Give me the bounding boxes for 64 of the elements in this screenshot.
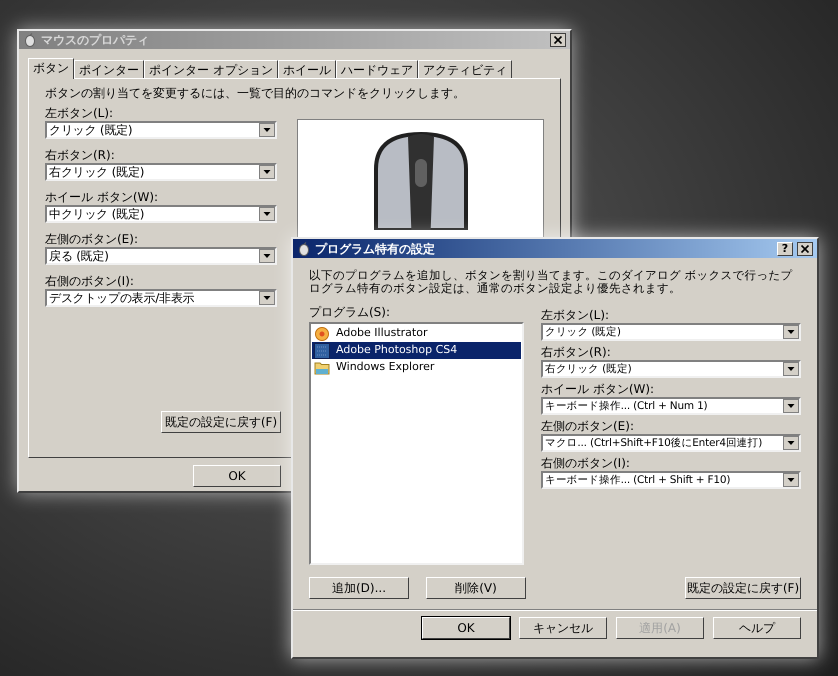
dropdown[interactable]: デスクトップの表示/非表示 xyxy=(45,289,278,307)
tab[interactable]: ホイール xyxy=(278,60,336,78)
dropdown-arrow-icon[interactable] xyxy=(259,207,276,221)
reset-button[interactable]: 既定の設定に戻す(F) xyxy=(161,411,281,433)
tab[interactable]: ボタン xyxy=(28,58,74,79)
program-item[interactable]: Adobe Photoshop CS4 xyxy=(312,342,521,359)
program-item[interactable]: Windows Explorer xyxy=(312,359,521,376)
field-label: 左ボタン(L): xyxy=(541,307,610,323)
program-name: Adobe Photoshop CS4 xyxy=(336,342,458,358)
dropdown-arrow-icon[interactable] xyxy=(783,473,799,487)
description-text: ボタンの割り当てを変更するには、一覧で目的のコマンドをクリックします。 xyxy=(45,85,466,102)
ok-button[interactable]: OK xyxy=(193,465,281,487)
field-label: 右側のボタン(I): xyxy=(541,455,631,471)
help-button[interactable]: ? xyxy=(777,242,793,256)
tab[interactable]: ポインター xyxy=(74,60,144,78)
mouse-icon xyxy=(297,242,311,256)
dropdown-arrow-icon[interactable] xyxy=(259,291,276,305)
dropdown-arrow-icon[interactable] xyxy=(783,362,799,376)
dropdown[interactable]: キーボード操作... (Ctrl + Shift + F10) xyxy=(541,471,801,489)
dropdown-arrow-icon[interactable] xyxy=(783,325,799,339)
close-icon[interactable] xyxy=(550,33,566,47)
field-label: 右ボタン(R): xyxy=(45,147,116,163)
description-text: 以下のプログラムを追加し、ボタンを割り当てます。このダイアログ ボックスで行ったプログラム特有のボタン設定は、通常のボタン設定より優先されます。 xyxy=(309,269,794,295)
dialog-button[interactable]: ヘルプ xyxy=(713,617,801,639)
dropdown[interactable]: クリック (既定) xyxy=(45,121,278,139)
dropdown-arrow-icon[interactable] xyxy=(783,399,799,413)
dialog-button[interactable]: キャンセル xyxy=(519,617,607,639)
dialog-title: プログラム特有の設定 xyxy=(315,240,436,258)
field-label: ホイール ボタン(W): xyxy=(541,381,656,397)
field-label: 左ボタン(L): xyxy=(45,105,114,121)
add-button[interactable]: 追加(D)... xyxy=(309,577,409,599)
folder-icon xyxy=(314,360,330,376)
program-name: Adobe Illustrator xyxy=(336,325,428,342)
dropdown[interactable]: クリック (既定) xyxy=(541,323,801,341)
dropdown-arrow-icon[interactable] xyxy=(783,436,799,450)
dropdown[interactable]: マクロ... (Ctrl+Shift+F10後にEnter4回連打) xyxy=(541,434,801,452)
delete-button[interactable]: 削除(V) xyxy=(426,577,526,599)
flower-icon xyxy=(314,326,330,342)
dialog-button[interactable]: OK xyxy=(422,617,510,639)
field-label: 左側のボタン(E): xyxy=(45,231,139,247)
field-label: 右ボタン(R): xyxy=(541,344,612,360)
field-label: 左側のボタン(E): xyxy=(541,418,635,434)
field-label: ホイール ボタン(W): xyxy=(45,189,160,205)
window-title: マウスのプロパティ xyxy=(41,32,150,49)
dropdown[interactable]: 右クリック (既定) xyxy=(541,360,801,378)
dropdown[interactable]: キーボード操作... (Ctrl + Num 1) xyxy=(541,397,801,415)
dropdown-arrow-icon[interactable] xyxy=(259,249,276,263)
dropdown-arrow-icon[interactable] xyxy=(259,165,276,179)
dropdown[interactable]: 右クリック (既定) xyxy=(45,163,278,181)
tab[interactable]: アクティビティ xyxy=(418,60,512,78)
program-item[interactable]: Adobe Illustrator xyxy=(312,325,521,342)
mouse-icon xyxy=(23,33,37,47)
tile-icon xyxy=(314,342,330,358)
dropdown-arrow-icon[interactable] xyxy=(259,123,276,137)
dropdown[interactable]: 戻る (既定) xyxy=(45,247,278,265)
close-icon[interactable] xyxy=(797,242,813,256)
tab[interactable]: ハードウェア xyxy=(336,60,418,78)
program-name: Windows Explorer xyxy=(336,359,434,376)
tab[interactable]: ポインター オプション xyxy=(144,60,278,78)
program-list[interactable]: Adobe Illustrator Adobe Photoshop CS4 Windows Explorer xyxy=(309,322,524,565)
programs-label: プログラム(S): xyxy=(309,305,392,319)
reset-button[interactable]: 既定の設定に戻す(F) xyxy=(685,577,801,599)
field-label: 右側のボタン(I): xyxy=(45,273,135,289)
dropdown[interactable]: 中クリック (既定) xyxy=(45,205,278,223)
